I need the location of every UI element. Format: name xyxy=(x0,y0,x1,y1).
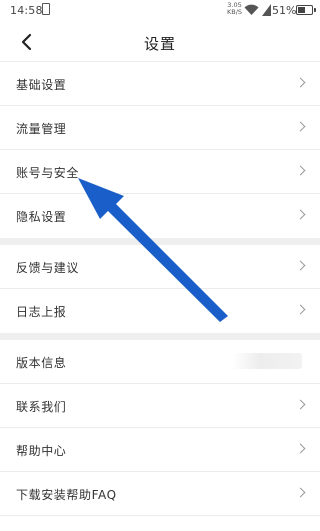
notification-icon xyxy=(42,3,50,15)
settings-item-help-center[interactable]: 帮助中心 xyxy=(0,428,320,472)
signal-icon xyxy=(262,4,271,16)
settings-item-version[interactable]: 版本信息 xyxy=(0,340,320,384)
settings-section-feedback: 反馈与建议 日志上报 xyxy=(0,245,320,333)
wifi-icon xyxy=(244,4,259,16)
page-title: 设置 xyxy=(143,35,176,53)
chevron-right-icon xyxy=(295,260,306,271)
chevron-right-icon xyxy=(295,399,306,410)
settings-item-label: 下载安装帮助FAQ xyxy=(16,488,117,502)
chevron-right-icon xyxy=(295,165,306,176)
settings-section-about: 版本信息 联系我们 帮助中心 下载安装帮助FAQ xyxy=(0,340,320,516)
settings-item-log-report[interactable]: 日志上报 xyxy=(0,289,320,333)
settings-item-contact[interactable]: 联系我们 xyxy=(0,384,320,428)
settings-item-feedback[interactable]: 反馈与建议 xyxy=(0,245,320,289)
battery-percent: 51% xyxy=(272,4,297,17)
battery-icon xyxy=(296,5,316,15)
section-divider xyxy=(0,238,320,245)
settings-item-label: 反馈与建议 xyxy=(16,261,80,275)
chevron-right-icon xyxy=(295,209,306,220)
nav-bar: 设置 xyxy=(0,22,320,62)
chevron-right-icon xyxy=(295,487,306,498)
settings-item-traffic[interactable]: 流量管理 xyxy=(0,106,320,150)
chevron-right-icon xyxy=(295,443,306,454)
settings-item-label: 日志上报 xyxy=(16,305,67,319)
settings-item-label: 基础设置 xyxy=(16,78,67,92)
settings-item-label: 流量管理 xyxy=(16,122,67,136)
network-speed: 3.05 KB/S xyxy=(227,2,242,16)
section-divider xyxy=(0,333,320,340)
version-value-blurred xyxy=(232,353,302,369)
chevron-right-icon xyxy=(295,121,306,132)
settings-item-basic[interactable]: 基础设置 xyxy=(0,62,320,106)
settings-item-label: 隐私设置 xyxy=(16,210,67,224)
settings-item-download-faq[interactable]: 下载安装帮助FAQ xyxy=(0,472,320,516)
chevron-right-icon xyxy=(295,304,306,315)
settings-item-label: 账号与安全 xyxy=(16,166,80,180)
network-speed-unit: KB/S xyxy=(227,8,243,16)
settings-item-label: 帮助中心 xyxy=(16,444,67,458)
settings-item-privacy[interactable]: 隐私设置 xyxy=(0,194,320,238)
settings-item-label: 联系我们 xyxy=(16,400,67,414)
settings-section-general: 基础设置 流量管理 账号与安全 隐私设置 xyxy=(0,62,320,238)
settings-list: 基础设置 流量管理 账号与安全 隐私设置 反馈与建议 日志上报 版本信息 联系我… xyxy=(0,62,320,516)
status-time: 14:58 xyxy=(10,4,43,17)
battery-fill xyxy=(298,7,305,13)
settings-item-label: 版本信息 xyxy=(16,356,67,370)
settings-item-account-security[interactable]: 账号与安全 xyxy=(0,150,320,194)
status-bar: 14:58 3.05 KB/S 51% xyxy=(0,0,320,22)
chevron-right-icon xyxy=(295,77,306,88)
